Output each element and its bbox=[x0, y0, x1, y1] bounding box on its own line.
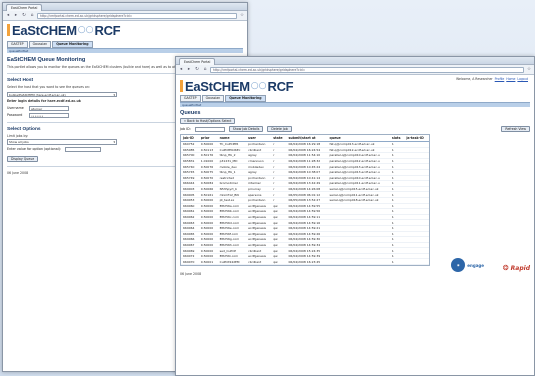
reload-icon[interactable]: ↻ bbox=[21, 13, 27, 19]
table-cell: cbrilliant bbox=[246, 258, 272, 266]
browser-tab[interactable]: EastChem Portal bbox=[179, 58, 216, 65]
forward-arrow-icon[interactable]: ▸ bbox=[13, 13, 19, 19]
star-icon[interactable]: ☆ bbox=[239, 13, 245, 19]
job-controls: Job ID: Show Job Details Delete Job Refr… bbox=[180, 126, 530, 132]
site-logo: EaStCHEM ○○ RCF bbox=[7, 22, 243, 38]
engage-logo-icon: ◉ bbox=[451, 258, 466, 273]
table-row: 669070 0.50001 CuPCP44dEM cbrilliant qw 06/04… bbox=[181, 258, 429, 266]
rapid-logo-icon: ❂ bbox=[502, 264, 509, 273]
table-cell bbox=[404, 258, 429, 266]
table-cell: 669070 bbox=[181, 258, 199, 266]
table-cell: CuPCP44dEM bbox=[217, 258, 247, 266]
browser-titlebar: EastChem Portal bbox=[176, 57, 534, 65]
table-cell: 0.50001 bbox=[198, 258, 218, 266]
limit-select-value: Show all jobs bbox=[9, 140, 29, 145]
site-logo: EaStCHEM ○○ RCF bbox=[180, 78, 530, 94]
tab-gaussian[interactable]: Gaussian bbox=[201, 95, 225, 102]
password-field[interactable]: ••••••• bbox=[29, 112, 69, 118]
main-tabs: GASTEP Gaussian Queue Monitoring bbox=[180, 95, 530, 102]
rapid-text: Rapid bbox=[510, 264, 530, 272]
job-id-label: Job ID: bbox=[180, 127, 191, 131]
logo-bar-icon bbox=[180, 80, 183, 92]
address-bar[interactable]: http://cmfportal.chem.ed.ac.uk/gridspher… bbox=[37, 12, 237, 19]
queue-table: job-ID prior name user state submit/star… bbox=[180, 134, 430, 267]
logo-suffix: RCF bbox=[94, 22, 121, 38]
chevron-down-icon: ▾ bbox=[113, 92, 115, 97]
logo-bar-icon bbox=[7, 24, 10, 36]
table-cell: 06/04/2008 16:23:45 bbox=[286, 258, 328, 266]
table-cell: qw bbox=[271, 258, 287, 266]
home-link[interactable]: Home bbox=[506, 77, 515, 81]
back-arrow-icon[interactable]: ◂ bbox=[5, 13, 11, 19]
host-select-value: bulkie/EaStCHEM (hare.ecdf.ed.ac.uk) bbox=[9, 92, 66, 97]
portlet-bar: queuePortlet bbox=[7, 48, 243, 53]
username-field[interactable]: aturner bbox=[29, 105, 69, 111]
logo-connector-icon: ○○ bbox=[250, 81, 267, 91]
portlet-bar: queuePortlet bbox=[180, 102, 530, 107]
address-bar[interactable]: http://cmfportal.chem.ed.ac.uk/gridspher… bbox=[210, 66, 524, 73]
job-id-input[interactable] bbox=[194, 126, 225, 132]
reload-icon[interactable]: ↻ bbox=[194, 67, 200, 73]
forward-arrow-icon[interactable]: ▸ bbox=[186, 67, 192, 73]
footer-date: 06 June 2008 bbox=[180, 272, 202, 277]
main-tabs: GASTEP Gaussian Queue Monitoring bbox=[7, 41, 243, 48]
password-label: Password bbox=[7, 113, 23, 118]
table-cell bbox=[327, 258, 390, 266]
host-select[interactable]: bulkie/EaStCHEM (hare.ecdf.ed.ac.uk) ▾ bbox=[7, 91, 117, 98]
option-value-label: Enter value for option (optional): bbox=[7, 147, 62, 152]
chevron-down-icon: ▾ bbox=[113, 140, 115, 145]
tab-gaussian[interactable]: Gaussian bbox=[28, 41, 52, 48]
home-icon[interactable]: ⌂ bbox=[29, 13, 35, 19]
back-arrow-icon[interactable]: ◂ bbox=[178, 67, 184, 73]
tab-queue-monitoring[interactable]: Queue Monitoring bbox=[225, 95, 266, 102]
browser-toolbar: ◂ ▸ ↻ ⌂ http://cmfportal.chem.ed.ac.uk/g… bbox=[176, 65, 534, 75]
username-label: Username bbox=[7, 106, 24, 111]
refresh-view-button[interactable]: Refresh View bbox=[501, 126, 530, 132]
browser-titlebar: EastChem Portal bbox=[3, 3, 247, 11]
limit-select[interactable]: Show all jobs ▾ bbox=[7, 139, 117, 145]
home-icon[interactable]: ⌂ bbox=[202, 67, 208, 73]
logo-suffix: RCF bbox=[267, 78, 294, 94]
logo-connector-icon: ○○ bbox=[77, 25, 94, 35]
display-queue-button[interactable]: Display Queue bbox=[7, 155, 39, 162]
engage-text: engage bbox=[467, 262, 484, 268]
option-value-input[interactable] bbox=[65, 146, 102, 152]
profile-link[interactable]: Profile bbox=[495, 77, 505, 81]
star-icon[interactable]: ☆ bbox=[526, 67, 532, 73]
show-job-details-button[interactable]: Show Job Details bbox=[228, 126, 264, 132]
browser-toolbar: ◂ ▸ ↻ ⌂ http://cmfportal.chem.ed.ac.uk/g… bbox=[3, 11, 247, 21]
engage-logo: ◉ engage bbox=[451, 258, 484, 273]
tab-gastep[interactable]: GASTEP bbox=[7, 41, 28, 48]
rapid-logo: ❂ Rapid bbox=[503, 264, 530, 272]
logo-brand: EaStCHEM bbox=[185, 78, 250, 94]
logo-brand: EaStCHEM bbox=[12, 22, 77, 38]
logout-link[interactable]: Logout bbox=[517, 77, 528, 81]
page-title: Queues bbox=[180, 110, 201, 116]
browser-tab[interactable]: EastChem Portal bbox=[6, 4, 43, 11]
browser-window-queues: EastChem Portal ◂ ▸ ↻ ⌂ http://cmfportal… bbox=[175, 56, 535, 376]
tab-gastep[interactable]: GASTEP bbox=[180, 95, 201, 102]
back-to-select-button[interactable]: « Back to Host/Options Select bbox=[180, 118, 236, 124]
table-cell: 1 bbox=[389, 258, 405, 266]
delete-job-button[interactable]: Delete Job bbox=[267, 126, 292, 132]
welcome-text: Welcome, A Researcher bbox=[456, 77, 493, 81]
tab-queue-monitoring[interactable]: Queue Monitoring bbox=[52, 41, 93, 48]
